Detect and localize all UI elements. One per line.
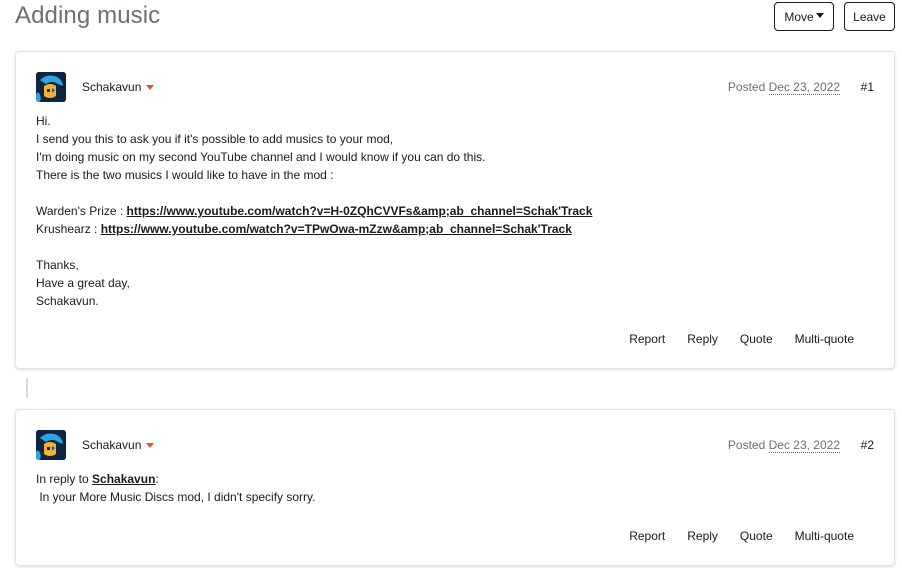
- reply-user-link[interactable]: Schakavun: [92, 472, 155, 486]
- multi-quote-button[interactable]: Multi-quote: [795, 529, 854, 543]
- post-number-link[interactable]: #2: [861, 438, 874, 452]
- body-line: Schakavun.: [36, 294, 99, 308]
- reply-reference: In reply to Schakavun:: [36, 470, 315, 488]
- posted-date-link[interactable]: Dec 23, 2022: [768, 438, 840, 453]
- body-line: In your More Music Discs mod, I didn't s…: [36, 490, 316, 504]
- body-line: There is the two musics I would like to …: [36, 168, 334, 182]
- move-label: Move: [784, 9, 814, 24]
- avatar[interactable]: [36, 72, 66, 102]
- body-line: I send you this to ask you if it's possi…: [36, 132, 394, 146]
- posted-date-link[interactable]: Dec 23, 2022: [768, 80, 840, 95]
- avatar[interactable]: [36, 430, 66, 460]
- quote-button[interactable]: Quote: [740, 332, 773, 346]
- multi-quote-button[interactable]: Multi-quote: [795, 332, 854, 346]
- report-button[interactable]: Report: [629, 529, 665, 543]
- post-actions: Report Reply Quote Multi-quote: [629, 332, 854, 346]
- report-button[interactable]: Report: [629, 332, 665, 346]
- thread-connector: [26, 378, 28, 398]
- reply-suffix: :: [155, 472, 159, 486]
- post-date: Posted Dec 23, 2022: [727, 80, 840, 95]
- link-label: Warden's Prize :: [36, 204, 127, 218]
- post-actions: Report Reply Quote Multi-quote: [629, 529, 854, 543]
- author-name: Schakavun: [82, 438, 142, 452]
- music-link-line: Krushearz : https://www.youtube.com/watc…: [36, 220, 592, 238]
- youtube-link[interactable]: https://www.youtube.com/watch?v=TPwOwa-m…: [101, 222, 572, 236]
- body-line: Have a great day,: [36, 276, 130, 290]
- body-line: Hi.: [36, 114, 51, 128]
- author-menu[interactable]: Schakavun: [82, 80, 155, 94]
- music-link-line: Warden's Prize : https://www.youtube.com…: [36, 202, 592, 220]
- avatar-image: [36, 430, 66, 460]
- body-line: Thanks,: [36, 258, 79, 272]
- post-date: Posted Dec 23, 2022: [727, 438, 840, 453]
- page-header: Adding music Move Leave: [0, 0, 902, 36]
- post-card: Schakavun Posted Dec 23, 2022 #2 In repl…: [15, 409, 895, 566]
- post-body: Hi. I send you this to ask you if it's p…: [36, 112, 592, 310]
- link-label: Krushearz :: [36, 222, 101, 236]
- author-name: Schakavun: [82, 80, 142, 94]
- post-body: In reply to Schakavun: In your More Musi…: [36, 470, 315, 506]
- reply-button[interactable]: Reply: [687, 529, 718, 543]
- caret-down-icon: [146, 84, 155, 90]
- quote-button[interactable]: Quote: [740, 529, 773, 543]
- reply-button[interactable]: Reply: [687, 332, 718, 346]
- reply-prefix: In reply to: [36, 472, 93, 486]
- youtube-link[interactable]: https://www.youtube.com/watch?v=H-0ZQhCV…: [127, 204, 593, 218]
- leave-button[interactable]: Leave: [844, 2, 895, 31]
- post-number-link[interactable]: #1: [861, 80, 874, 94]
- avatar-image: [36, 72, 66, 102]
- posted-prefix: Posted: [727, 438, 766, 452]
- post-card: Schakavun Posted Dec 23, 2022 #1 Hi. I s…: [15, 51, 895, 369]
- move-button[interactable]: Move: [774, 2, 834, 31]
- posted-prefix: Posted: [727, 80, 766, 94]
- caret-down-icon: [146, 442, 155, 448]
- body-line: I'm doing music on my second YouTube cha…: [36, 150, 486, 164]
- page-title: Adding music: [15, 2, 161, 29]
- caret-down-icon: [815, 13, 824, 18]
- author-menu[interactable]: Schakavun: [82, 438, 155, 452]
